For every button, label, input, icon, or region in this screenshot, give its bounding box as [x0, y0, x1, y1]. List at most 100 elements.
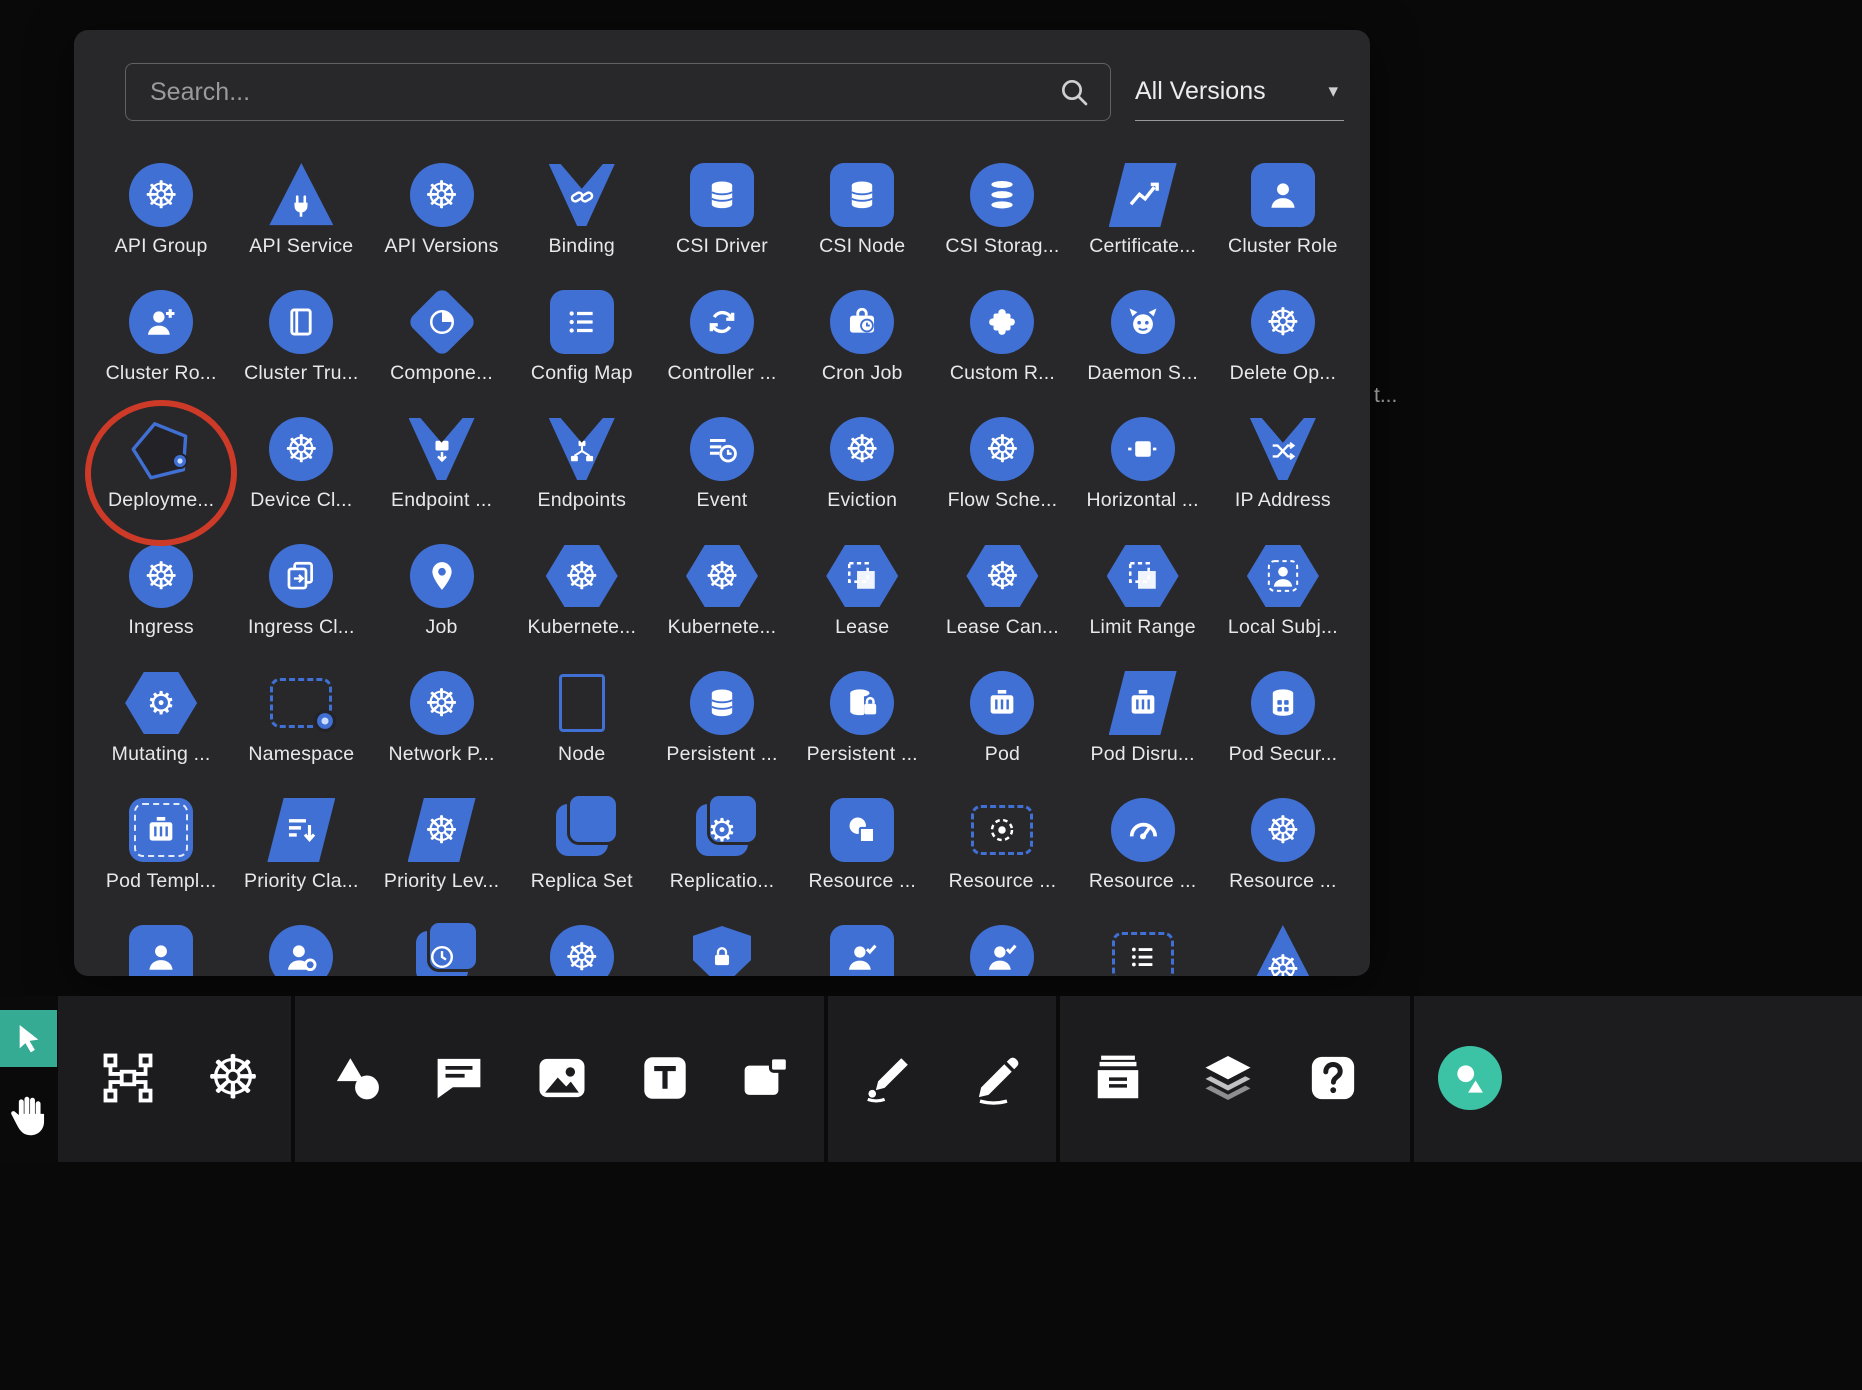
shape-item[interactable]: Cron Job: [792, 285, 932, 412]
shape-item[interactable]: Resource ...: [1073, 793, 1213, 920]
shape-item[interactable]: Binding: [512, 158, 652, 285]
personlink-icon: [284, 940, 318, 974]
shape-item[interactable]: Pod Secur...: [1213, 666, 1353, 793]
shape-item[interactable]: [91, 920, 231, 976]
shape-item[interactable]: Deployme...: [91, 412, 231, 539]
shape-item[interactable]: Daemon S...: [1073, 285, 1213, 412]
shape-item[interactable]: [1073, 920, 1213, 976]
shape-item[interactable]: Persistent ...: [792, 666, 932, 793]
shape-item[interactable]: Horizontal ...: [1073, 412, 1213, 539]
shape-item-label: Flow Sche...: [948, 489, 1058, 512]
shape-item[interactable]: ☸Kubernete...: [652, 539, 792, 666]
list-shape-icon: [550, 290, 614, 354]
shape-item[interactable]: Resource ...: [792, 793, 932, 920]
tool-card[interactable]: [734, 1046, 798, 1110]
list-shape-icon: [1112, 932, 1174, 976]
shape-item[interactable]: Resource ...: [932, 793, 1072, 920]
shape-item[interactable]: Namespace: [231, 666, 371, 793]
tool-flow-diagram[interactable]: [96, 1046, 160, 1110]
search-input[interactable]: [126, 78, 1058, 107]
shape-item[interactable]: Config Map: [512, 285, 652, 412]
shape-item-label: Resource ...: [1089, 870, 1197, 893]
shape-item[interactable]: Cluster Ro...: [91, 285, 231, 412]
shape-item[interactable]: Cluster Tru...: [231, 285, 371, 412]
version-filter-dropdown[interactable]: All Versions ▾: [1135, 63, 1344, 121]
shape-item[interactable]: ☸API Group: [91, 158, 231, 285]
tool-archive[interactable]: [1086, 1046, 1150, 1110]
tool-select-selected[interactable]: [0, 1010, 57, 1067]
shape-item-label: Binding: [549, 235, 615, 258]
shape-item[interactable]: Local Subj...: [1213, 539, 1353, 666]
shape-item[interactable]: ☸Eviction: [792, 412, 932, 539]
shape-item[interactable]: Lease: [792, 539, 932, 666]
tool-basic-shapes[interactable]: [326, 1046, 390, 1110]
shape-item[interactable]: [371, 920, 511, 976]
chart-shape-icon: [1109, 163, 1177, 227]
shape-item[interactable]: CSI Node: [792, 158, 932, 285]
wheel-shape-icon: ☸: [408, 798, 476, 862]
shape-item-icon-wrap: [129, 793, 193, 867]
shape-item[interactable]: ⚙Mutating ...: [91, 666, 231, 793]
tool-shapes-fab[interactable]: [1438, 1046, 1502, 1110]
shape-item[interactable]: ☸Priority Lev...: [371, 793, 511, 920]
tool-pen[interactable]: [966, 1046, 1030, 1110]
shape-item[interactable]: [932, 920, 1072, 976]
shape-item[interactable]: [231, 920, 371, 976]
tool-image[interactable]: [530, 1046, 594, 1110]
tool-pan[interactable]: [6, 1088, 52, 1144]
shape-item[interactable]: ☸Resource ...: [1213, 793, 1353, 920]
shape-item[interactable]: Pod: [932, 666, 1072, 793]
shape-item[interactable]: Pod Templ...: [91, 793, 231, 920]
shape-item[interactable]: ⚙Replicatio...: [652, 793, 792, 920]
shape-item[interactable]: Custom R...: [932, 285, 1072, 412]
shape-item[interactable]: ☸API Versions: [371, 158, 511, 285]
shape-item-icon-wrap: [690, 158, 754, 232]
wheel-icon: ☸: [425, 811, 459, 849]
shape-item[interactable]: ☸Lease Can...: [932, 539, 1072, 666]
shape-item[interactable]: Node: [512, 666, 652, 793]
shape-item[interactable]: [652, 920, 792, 976]
tool-scalpel[interactable]: [856, 1046, 920, 1110]
shape-item[interactable]: ☸: [512, 920, 652, 976]
personlink-shape-icon: [269, 925, 333, 976]
shape-item[interactable]: Endpoint ...: [371, 412, 511, 539]
shape-item[interactable]: Endpoints: [512, 412, 652, 539]
shape-item-label: Event: [697, 489, 748, 512]
shape-item[interactable]: Compone...: [371, 285, 511, 412]
shape-item[interactable]: Priority Cla...: [231, 793, 371, 920]
shape-item[interactable]: Controller ...: [652, 285, 792, 412]
shape-item-label: API Service: [249, 235, 353, 258]
shape-item[interactable]: Job: [371, 539, 511, 666]
shape-item[interactable]: CSI Driver: [652, 158, 792, 285]
shape-item-label: Pod Templ...: [106, 870, 216, 893]
wheel-shape-icon: ☸: [830, 417, 894, 481]
shape-item[interactable]: ☸Device Cl...: [231, 412, 371, 539]
shape-item[interactable]: Persistent ...: [652, 666, 792, 793]
shape-item[interactable]: Replica Set: [512, 793, 652, 920]
shape-item[interactable]: ☸Delete Op...: [1213, 285, 1353, 412]
shape-item[interactable]: Pod Disru...: [1073, 666, 1213, 793]
shape-item[interactable]: ☸: [1213, 920, 1353, 976]
tool-comment[interactable]: [427, 1046, 491, 1110]
tool-help[interactable]: [1301, 1046, 1365, 1110]
tool-text[interactable]: [633, 1046, 697, 1110]
shape-item[interactable]: ☸Kubernete...: [512, 539, 652, 666]
dashedbox-icon: [1126, 559, 1160, 593]
shape-item[interactable]: Limit Range: [1073, 539, 1213, 666]
shape-item[interactable]: Certificate...: [1073, 158, 1213, 285]
tool-layers[interactable]: [1196, 1046, 1260, 1110]
shape-item[interactable]: IP Address: [1213, 412, 1353, 539]
shape-item[interactable]: API Service: [231, 158, 371, 285]
shape-item[interactable]: ☸Flow Sche...: [932, 412, 1072, 539]
shape-item[interactable]: CSI Storag...: [932, 158, 1072, 285]
shape-item[interactable]: [792, 920, 932, 976]
clock-shape-icon: [416, 931, 468, 976]
shape-item[interactable]: Cluster Role: [1213, 158, 1353, 285]
shape-item[interactable]: ☸Network P...: [371, 666, 511, 793]
shape-item[interactable]: ☸Ingress: [91, 539, 231, 666]
dashedcircle-shape-icon: [971, 805, 1033, 855]
shape-item[interactable]: Ingress Cl...: [231, 539, 371, 666]
shape-item[interactable]: Event: [652, 412, 792, 539]
tool-kubernetes-shapes[interactable]: ☸: [201, 1046, 265, 1110]
shape-item-label: Cluster Role: [1228, 235, 1338, 258]
